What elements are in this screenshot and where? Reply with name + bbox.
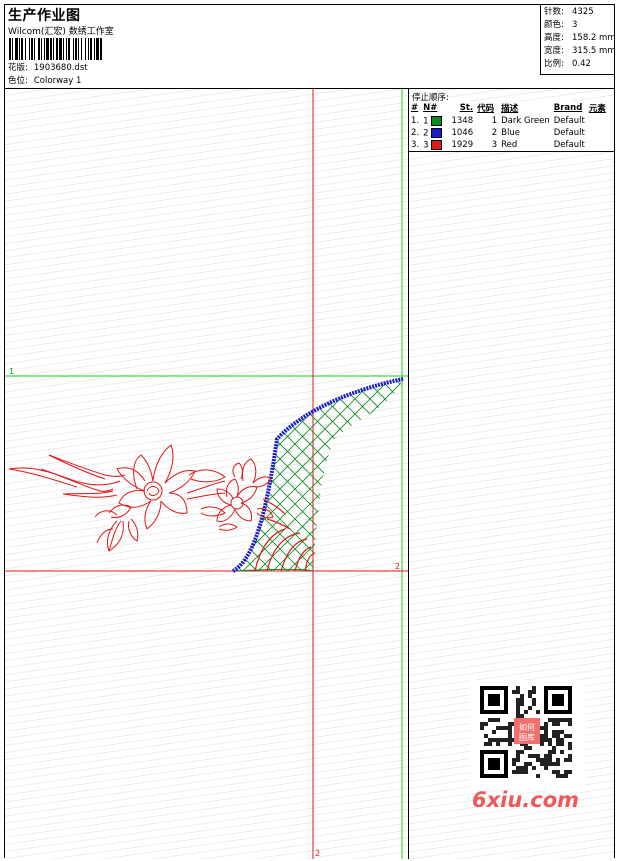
- colorway-value: Colorway 1: [33, 76, 82, 86]
- col-code: 代码: [477, 104, 495, 114]
- table-header-row: # N# St. 代码 描述 Brand 元素: [409, 101, 614, 115]
- green-net-fill: [233, 379, 403, 571]
- guide-label-top: 1: [9, 367, 14, 376]
- qr-center-label: 如何: [519, 722, 535, 732]
- design-canvas: 1 2 2: [5, 89, 408, 859]
- color-swatch: [431, 115, 443, 126]
- red-floral-spray: [8, 444, 274, 552]
- stat-stitch-count: 针数: 4325: [544, 7, 594, 17]
- site-watermark: 6xiu.com: [472, 788, 580, 812]
- stat-width: 宽度: 315.5 mm: [544, 46, 616, 56]
- colorway-label: 色位:: [8, 76, 28, 86]
- table-row: 2. 2 1046 2 Blue Default: [411, 127, 585, 139]
- stop-sequence-table: # N# St. 代码 描述 Brand 元素 1. 1 1348 1 Dark…: [409, 101, 614, 152]
- col-index: #: [411, 103, 419, 113]
- col-description: 描述: [501, 104, 519, 114]
- embroidery-design-view: 1 2 2: [5, 89, 409, 859]
- worksheet-header: 生产作业图 Wilcom(汇宏) 数绣工作室 花版: 1903680.dst 色位…: [5, 5, 616, 89]
- table-row: 3. 3 1929 3 Red Default: [411, 139, 585, 151]
- qr-center-label: 图库: [519, 732, 535, 742]
- company-name: Wilcom(汇宏) 数绣工作室: [8, 27, 114, 37]
- table-row: 1. 1 1348 1 Dark Green Default: [411, 115, 585, 127]
- design-stats-box: 针数: 4325 颜色: 3 高度: 158.2 mm 宽度: 315.5 mm 比例:…: [540, 5, 616, 75]
- stat-color-count: 颜色: 3: [544, 20, 578, 30]
- qr-code-watermark: 如何图库: [470, 680, 585, 790]
- stat-scale: 比例: 0.42: [544, 59, 591, 69]
- col-brand: Brand: [553, 103, 583, 113]
- design-file-value: 1903680.dst: [33, 63, 88, 73]
- color-swatch: [431, 139, 443, 150]
- guide-label-vertical: 2: [315, 849, 320, 858]
- col-element: 元素: [588, 104, 606, 114]
- design-file-row: 花版: 1903680.dst: [8, 61, 88, 73]
- page-title: 生产作业图: [8, 8, 81, 24]
- col-n: N#: [423, 103, 438, 113]
- col-stitches: St.: [459, 103, 474, 113]
- design-file-label: 花版:: [8, 63, 28, 73]
- barcode-image: [9, 38, 102, 60]
- stat-height: 高度: 158.2 mm: [544, 33, 616, 43]
- colorway-row: 色位: Colorway 1: [8, 74, 81, 86]
- color-swatch: [431, 127, 443, 138]
- guide-label-bottom: 2: [395, 562, 400, 571]
